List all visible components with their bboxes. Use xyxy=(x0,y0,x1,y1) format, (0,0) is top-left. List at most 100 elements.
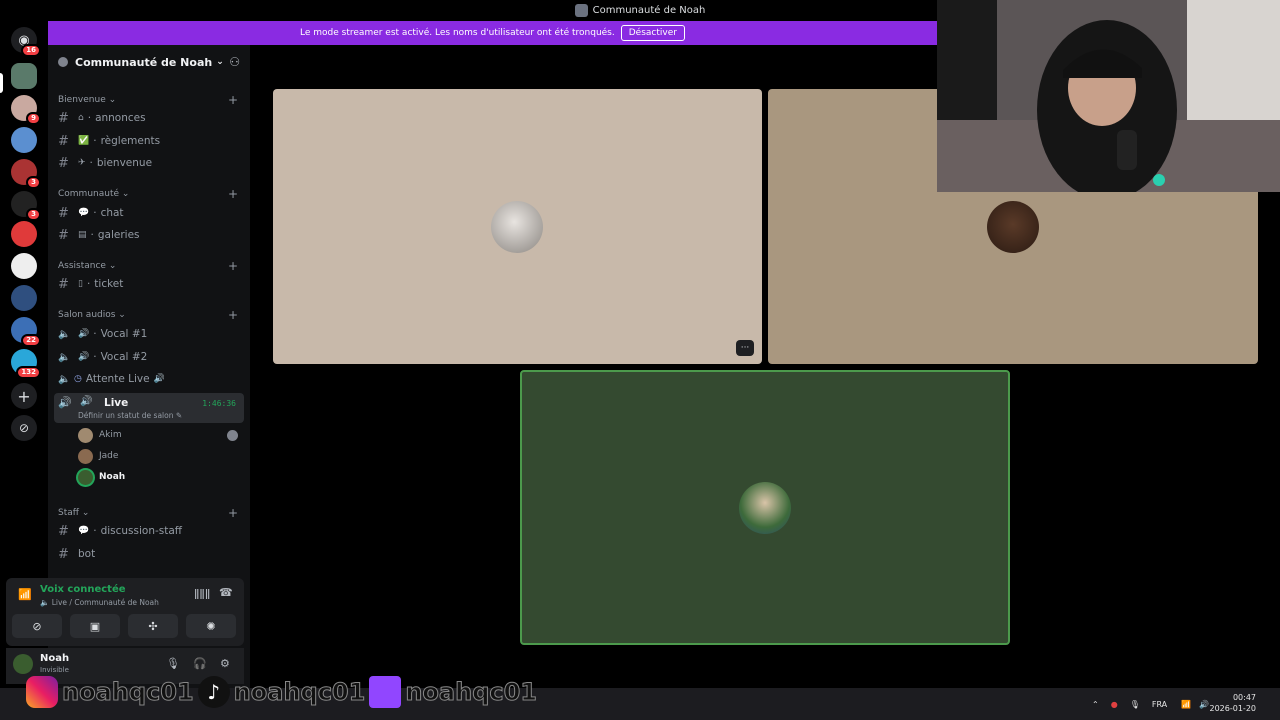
avatar xyxy=(78,427,93,443)
voice-member-jade[interactable]: Jade xyxy=(78,447,118,465)
discover-icon[interactable]: ⊘ xyxy=(11,415,37,441)
signal-icon[interactable]: 📶 xyxy=(18,588,32,601)
channel-bienvenue[interactable]: # ✈ · bienvenue xyxy=(58,153,238,173)
add-server-icon[interactable]: + xyxy=(11,383,37,409)
category-communaute[interactable]: Communauté ⌄ + xyxy=(58,187,238,201)
channel-chat[interactable]: # 💬 · chat xyxy=(58,203,238,223)
server-icon[interactable]: 132 xyxy=(11,349,41,379)
voice-active-icon: 🔊 xyxy=(58,396,72,409)
server-icon[interactable] xyxy=(11,253,37,279)
microphone-icon[interactable]: 🎙 xyxy=(1130,700,1140,709)
noise-suppression-icon[interactable]: ǁǁǁ xyxy=(194,587,210,600)
clock-emoji-icon: ◷ xyxy=(74,374,82,384)
language-indicator[interactable]: FRA xyxy=(1152,700,1167,709)
webcam-overlay xyxy=(937,0,1280,192)
clock[interactable]: 00:47 2026-01-20 xyxy=(1210,692,1257,714)
server-header[interactable]: Communauté de Noah ⌄ ⚇ xyxy=(48,45,250,79)
channel-label: Live xyxy=(104,397,129,409)
active-server-pill xyxy=(0,73,3,93)
server-icon[interactable] xyxy=(11,285,37,311)
notification-badge: 132 xyxy=(16,366,41,379)
server-icon-noah[interactable] xyxy=(11,63,37,89)
hash-icon: # xyxy=(58,546,69,562)
wifi-icon[interactable]: 📶 xyxy=(1181,700,1191,709)
voice-member-noah[interactable]: Noah xyxy=(78,468,125,486)
speaker-emoji-icon: 🔊 xyxy=(153,374,165,384)
speaker-icon: 🔈 xyxy=(58,328,71,340)
announce-emoji-icon: ⌂ xyxy=(78,113,84,123)
more-options-button[interactable]: ··· xyxy=(736,340,754,356)
category-assistance[interactable]: Assistance ⌄ + xyxy=(58,259,238,273)
channel-galeries[interactable]: # ▤ · galeries xyxy=(58,225,238,245)
channel-reglements[interactable]: # ✅ · règlements xyxy=(58,131,238,151)
category-label: Staff xyxy=(58,508,79,518)
channel-live-active[interactable]: 🔊 🔊 Live 1:46:36 Définir un statut de sa… xyxy=(54,393,244,423)
user-name[interactable]: Noah xyxy=(40,653,69,664)
chevron-up-icon[interactable]: ⌃ xyxy=(1092,700,1099,709)
channel-bot[interactable]: # bot xyxy=(58,544,238,564)
speaker-icon: 🔈 xyxy=(40,598,52,607)
add-channel-icon[interactable]: + xyxy=(228,308,238,322)
activities-button[interactable]: ✣ xyxy=(128,614,178,638)
add-channel-icon[interactable]: + xyxy=(228,187,238,201)
webcam-feed-image xyxy=(937,0,1280,192)
category-salon-audios[interactable]: Salon audios ⌄ + xyxy=(58,308,238,322)
voice-channel-path[interactable]: 🔈 Live / Communauté de Noah xyxy=(40,598,159,607)
server-icon xyxy=(574,4,588,17)
video-tile-noah-speaking[interactable] xyxy=(520,370,1010,645)
set-channel-status[interactable]: Définir un statut de salon ✎ xyxy=(78,411,182,420)
server-icon[interactable] xyxy=(11,127,37,153)
category-bienvenue[interactable]: Bienvenue ⌄ + xyxy=(58,93,238,107)
channel-attente-live[interactable]: 🔈 ◷ Attente Live 🔊 xyxy=(58,369,238,389)
soundboard-button[interactable]: ✺ xyxy=(186,614,236,638)
channel-label: annonces xyxy=(95,112,146,124)
server-icon[interactable]: 3 xyxy=(11,159,41,189)
server-icon[interactable]: 3 xyxy=(11,191,41,221)
channel-label: ticket xyxy=(94,278,124,290)
add-channel-icon[interactable]: + xyxy=(228,506,238,520)
activities-icon: ✣ xyxy=(148,619,158,633)
separator-dot: · xyxy=(93,351,97,363)
avatar xyxy=(78,448,93,464)
channel-discussion-staff[interactable]: # 💬 · discussion-staff xyxy=(58,521,238,541)
settings-gear-icon[interactable]: ⚙ xyxy=(220,657,230,670)
video-tile-akim[interactable]: ··· xyxy=(273,89,762,364)
member-name: Noah xyxy=(99,472,126,482)
screen-share-icon: ▣ xyxy=(89,619,101,633)
volume-icon[interactable]: 🔊 xyxy=(1199,700,1209,709)
add-channel-icon[interactable]: + xyxy=(228,93,238,107)
microphone-icon[interactable]: 🎙 xyxy=(166,657,180,670)
speaker-emoji-icon: 🔊 xyxy=(78,329,90,339)
disconnect-icon[interactable]: ☎ xyxy=(219,586,233,599)
server-icon[interactable]: 22 xyxy=(11,317,41,347)
category-staff[interactable]: Staff ⌄ + xyxy=(58,506,238,520)
disable-streamer-button[interactable]: Désactiver xyxy=(620,25,685,41)
channel-ticket[interactable]: # ▯ · ticket xyxy=(58,274,238,294)
app-tray-icon[interactable]: ● xyxy=(1111,700,1118,709)
channel-label: Vocal #2 xyxy=(100,351,148,363)
voice-status-title[interactable]: Voix connectée xyxy=(40,584,126,595)
screen-share-button[interactable]: ▣ xyxy=(70,614,120,638)
channel-vocal-2[interactable]: 🔈 🔊 · Vocal #2 xyxy=(58,347,238,367)
separator-dot: · xyxy=(86,278,91,290)
instagram-icon xyxy=(26,676,58,708)
avatar xyxy=(739,482,791,534)
channel-annonces[interactable]: # ⌂ · annonces xyxy=(58,108,238,128)
channel-vocal-1[interactable]: 🔈 🔊 · Vocal #1 xyxy=(58,324,238,344)
channel-status-placeholder: Définir un statut de salon xyxy=(78,411,174,420)
discord-home-icon[interactable]: ◉ 16 xyxy=(11,27,41,57)
server-icon[interactable]: 9 xyxy=(11,95,41,125)
server-icon[interactable] xyxy=(11,221,37,247)
camera-off-button[interactable]: ⊘ xyxy=(12,614,62,638)
invite-user-icon[interactable]: ⚇ xyxy=(229,55,240,69)
hash-icon: # xyxy=(58,133,69,149)
notification-badge: 22 xyxy=(21,334,41,347)
banner-text: Le mode streamer est activé. Les noms d'… xyxy=(300,28,615,38)
add-channel-icon[interactable]: + xyxy=(228,259,238,273)
plane-emoji-icon: ✈ xyxy=(78,158,86,168)
twitch-icon xyxy=(369,676,402,708)
voice-member-akim[interactable]: Akim xyxy=(78,426,122,444)
headphones-icon[interactable]: 🎧 xyxy=(193,657,207,670)
channel-label: Vocal #1 xyxy=(100,328,148,340)
avatar[interactable] xyxy=(13,654,33,674)
